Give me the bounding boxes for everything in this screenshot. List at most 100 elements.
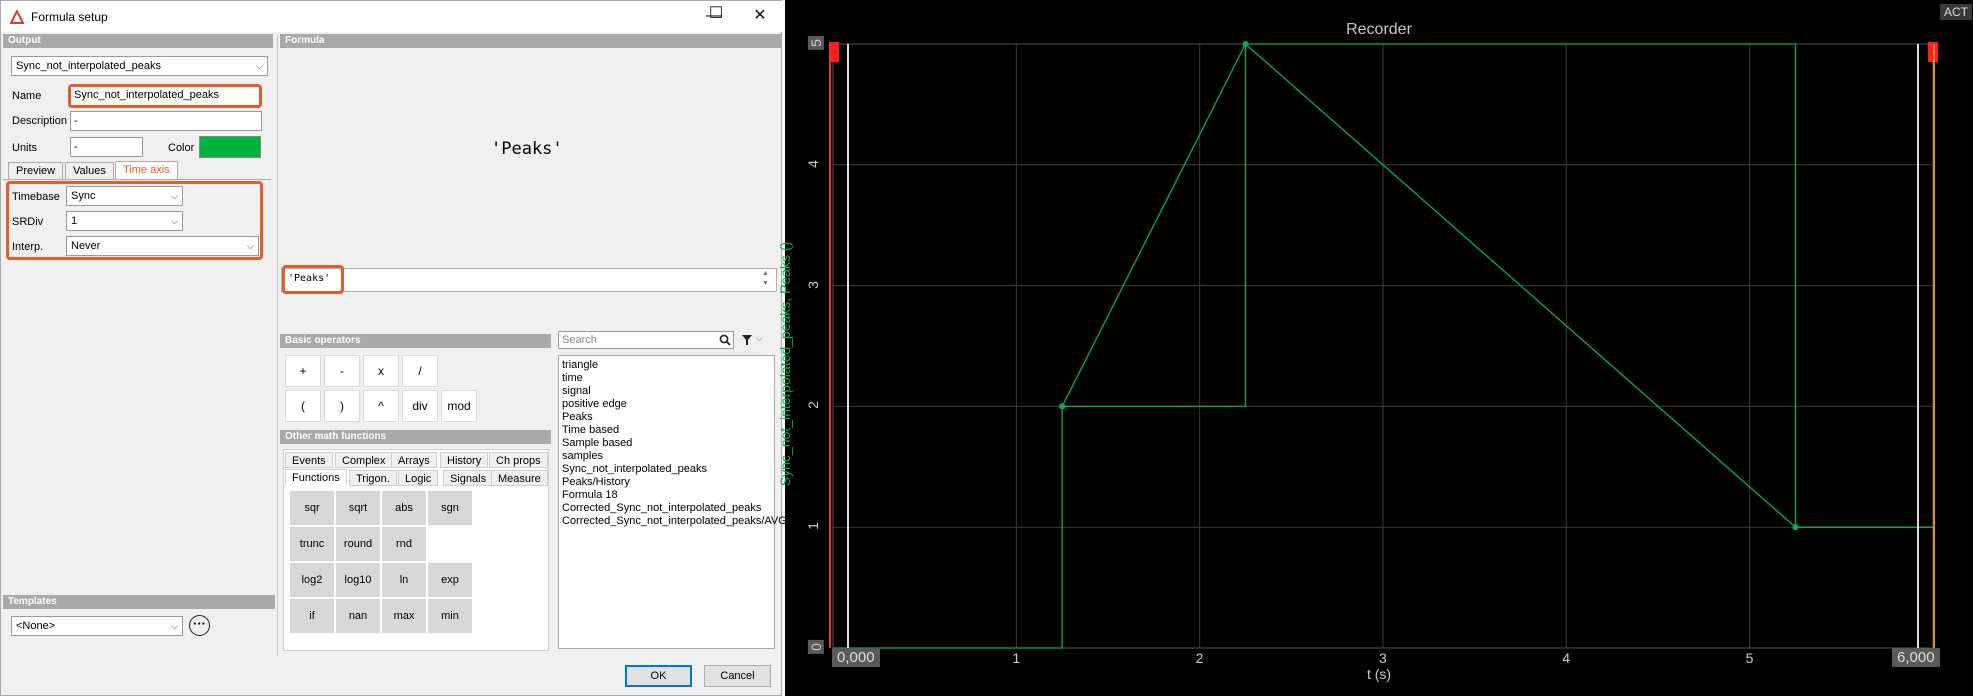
timebase-value: Sync <box>71 190 96 202</box>
fn-exp-button[interactable]: exp <box>428 563 472 597</box>
channel-list-item[interactable]: Time based <box>562 424 787 437</box>
tab-events[interactable]: Events <box>285 452 333 468</box>
search-icon[interactable] <box>719 334 731 346</box>
srdiv-select[interactable]: 1 ⌵ <box>66 211 183 231</box>
channel-list-item[interactable]: Corrected_Sync_not_interpolated_peaks/AV… <box>562 515 787 528</box>
x-tick-label: 2 <box>1195 650 1204 666</box>
tab-signals[interactable]: Signals <box>443 470 494 486</box>
fn-round-button[interactable]: round <box>336 527 380 561</box>
left-cursor-line[interactable] <box>829 44 831 648</box>
tab-preview[interactable]: Preview <box>8 162 64 180</box>
open-paren-button[interactable]: ( <box>285 390 321 422</box>
mod-button[interactable]: mod <box>441 390 477 422</box>
color-picker[interactable] <box>199 136 261 158</box>
x-tick-label: 4 <box>1562 650 1571 666</box>
tab-divider <box>3 179 271 180</box>
channel-list-item[interactable]: samples <box>562 450 787 463</box>
minus-button[interactable]: - <box>324 355 360 387</box>
timebase-label: Timebase <box>12 191 60 203</box>
tab-values[interactable]: Values <box>65 162 114 180</box>
channel-list-item[interactable]: triangle <box>562 359 787 372</box>
fn-sgn-button[interactable]: sgn <box>428 491 472 525</box>
y-tick-label: 5 <box>807 36 824 50</box>
templates-header: Templates <box>3 595 275 609</box>
search-input[interactable]: Search <box>558 331 734 349</box>
interp-select[interactable]: Never ⌵ <box>66 236 259 256</box>
channel-list-item[interactable]: positive edge <box>562 398 787 411</box>
right-range-marker[interactable] <box>1917 44 1919 648</box>
y-tick-label: 1 <box>804 522 821 531</box>
tab-trigon[interactable]: Trigon. <box>349 470 397 486</box>
maximize-icon: ☐ <box>708 5 724 22</box>
filter-icon[interactable] <box>741 334 753 346</box>
maximize-button[interactable]: ☐ <box>693 0 739 29</box>
description-field[interactable]: - <box>70 111 262 131</box>
tab-ch-props[interactable]: Ch props <box>489 452 548 468</box>
x-end-label: 6,000 <box>1892 648 1940 667</box>
channel-list[interactable]: triangle time signal positive edge Peaks Time… <box>558 355 787 649</box>
multiply-button[interactable]: x <box>363 355 399 387</box>
peak-marker <box>1242 41 1249 47</box>
channel-list-item[interactable]: Sync_not_interpolated_peaks <box>562 463 787 476</box>
fn-min-button[interactable]: min <box>428 599 472 633</box>
name-field[interactable]: Sync_not_interpolated_peaks <box>71 87 259 105</box>
tab-history[interactable]: History <box>440 452 489 468</box>
title-bar: Formula setup — ☐ ✕ <box>1 1 783 32</box>
filter-dropdown-icon[interactable]: ⌵ <box>756 333 763 344</box>
output-channel-select[interactable]: Sync_not_interpolated_peaks ⌵ <box>11 56 268 76</box>
channel-list-item[interactable]: Sample based <box>562 437 787 450</box>
tab-functions[interactable]: Functions <box>285 469 347 485</box>
peak-marker <box>1059 403 1066 410</box>
plus-button[interactable]: + <box>285 355 321 387</box>
fn-sqrt-button[interactable]: sqrt <box>336 491 380 525</box>
fn-nan-button[interactable]: nan <box>336 599 380 633</box>
color-label: Color <box>168 142 195 154</box>
y-tick-label: 2 <box>804 401 821 410</box>
y-tick-label: 4 <box>804 159 821 168</box>
tab-measure[interactable]: Measure <box>491 470 548 486</box>
timebase-select[interactable]: Sync ⌵ <box>66 186 183 206</box>
fn-trunc-button[interactable]: trunc <box>290 527 334 561</box>
tab-complex[interactable]: Complex <box>335 452 393 468</box>
fn-ln-button[interactable]: ln <box>382 563 426 597</box>
close-button[interactable]: ✕ <box>737 1 783 31</box>
channel-list-item[interactable]: Peaks/History <box>562 476 787 489</box>
templates-more-button[interactable]: ··· <box>189 615 210 636</box>
tab-time-axis[interactable]: Time axis <box>115 161 178 180</box>
formula-editor[interactable] <box>281 268 777 292</box>
tab-arrays[interactable]: Arrays <box>391 452 437 468</box>
tab-logic[interactable]: Logic <box>398 470 439 486</box>
div-button[interactable]: div <box>402 390 438 422</box>
right-cursor-line[interactable] <box>1933 44 1935 648</box>
chart-grid <box>833 44 1933 648</box>
fn-rnd-button[interactable]: rnd <box>382 527 426 561</box>
fn-sqr-button[interactable]: sqr <box>290 491 334 525</box>
app-logo-icon <box>10 10 24 24</box>
channel-list-item[interactable]: Peaks <box>562 411 787 424</box>
templates-select[interactable]: <None> ⌵ <box>11 616 183 636</box>
units-field[interactable]: - <box>70 137 143 157</box>
power-button[interactable]: ^ <box>363 390 399 422</box>
fn-abs-button[interactable]: abs <box>382 491 426 525</box>
divide-button[interactable]: / <box>402 355 438 387</box>
left-range-marker[interactable] <box>847 44 849 648</box>
x-start-label: 0,000 <box>832 648 880 667</box>
ok-button[interactable]: OK <box>625 665 692 687</box>
channel-list-item[interactable]: Corrected_Sync_not_interpolated_peaks <box>562 502 787 515</box>
recorder-chart[interactable] <box>785 0 1973 696</box>
fn-max-button[interactable]: max <box>382 599 426 633</box>
channel-list-item[interactable]: Formula 18 <box>562 489 787 502</box>
srdiv-value: 1 <box>71 215 78 227</box>
fn-log10-button[interactable]: log10 <box>336 563 380 597</box>
fn-log2-button[interactable]: log2 <box>290 563 334 597</box>
channel-list-item[interactable]: signal <box>562 385 787 398</box>
close-paren-button[interactable]: ) <box>324 390 360 422</box>
y-tick-label: 3 <box>804 280 821 289</box>
chevron-down-icon: ⌵ <box>171 216 178 226</box>
cancel-button[interactable]: Cancel <box>704 665 771 687</box>
scroll-arrows-icon[interactable]: ▲ ▼ <box>762 269 769 289</box>
fn-if-button[interactable]: if <box>290 599 334 633</box>
channel-list-item[interactable]: time <box>562 372 787 385</box>
chevron-down-icon: ⌵ <box>256 61 263 71</box>
name-label: Name <box>12 90 42 102</box>
